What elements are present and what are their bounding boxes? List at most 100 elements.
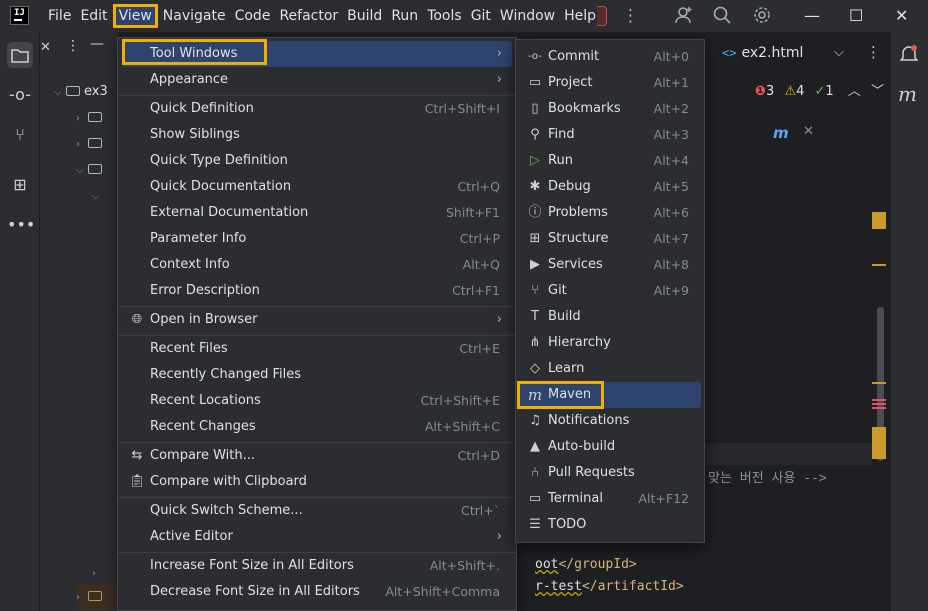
- structure-icon[interactable]: ⊞: [7, 172, 33, 198]
- menu-refactor[interactable]: Refactor: [275, 4, 342, 28]
- menu-code[interactable]: Code: [231, 4, 275, 28]
- editor-tab-ex2-html[interactable]: <> ex2.html: [722, 45, 803, 61]
- gutter-error-marker[interactable]: [872, 407, 886, 409]
- chevron-right-icon: ›: [76, 139, 80, 150]
- gutter-warning-marker[interactable]: [872, 212, 886, 229]
- notifications-bell-icon[interactable]: [899, 44, 919, 68]
- menu-window[interactable]: Window: [496, 4, 559, 28]
- run-widget-edge[interactable]: [597, 6, 607, 26]
- menu-quick-switch-scheme[interactable]: Quick Switch Scheme... Ctrl+`: [122, 498, 512, 524]
- tool-window-item-todo[interactable]: ☰ TODO: [520, 512, 701, 538]
- chevron-up-icon[interactable]: ︿: [848, 84, 861, 99]
- tool-window-item-project[interactable]: ▭ Project Alt+1: [520, 70, 701, 96]
- menu-compare-with[interactable]: ⇆ Compare With... Ctrl+D: [122, 443, 512, 469]
- menu-decrease-font-size[interactable]: Decrease Font Size in All Editors Alt+Sh…: [122, 579, 512, 605]
- hammer-icon: T: [531, 309, 539, 324]
- pull-request-icon[interactable]: ⑂: [7, 122, 33, 148]
- project-folder-icon[interactable]: [7, 42, 33, 68]
- tool-window-item-git[interactable]: ⑂ Git Alt+9: [520, 278, 701, 304]
- tool-window-item-commit[interactable]: -o- Commit Alt+0: [520, 44, 701, 70]
- menu-external-documentation[interactable]: External Documentation Shift+F1: [122, 200, 512, 226]
- tool-window-item-find[interactable]: ⚲ Find Alt+3: [520, 122, 701, 148]
- terminal-icon: ▭: [528, 491, 542, 506]
- tabs-dropdown-icon[interactable]: ⌵: [834, 45, 844, 60]
- menu-error-description[interactable]: Error Description Ctrl+F1: [122, 278, 512, 304]
- tool-window-item-build[interactable]: T Build: [520, 304, 701, 330]
- menu-quick-definition[interactable]: Quick Definition Ctrl+Shift+I: [122, 96, 512, 122]
- chevron-down-icon[interactable]: ﹀: [871, 84, 884, 99]
- options-icon[interactable]: ⋮: [66, 38, 80, 54]
- tool-window-item-debug[interactable]: ✱ Debug Alt+5: [520, 174, 701, 200]
- more-tools-icon[interactable]: •••: [7, 212, 35, 238]
- settings-gear-icon[interactable]: [752, 5, 772, 31]
- menu-show-siblings[interactable]: Show Siblings: [122, 122, 512, 148]
- menu-recent-changes[interactable]: Recent Changes Alt+Shift+C: [122, 414, 512, 440]
- html-file-icon: <>: [722, 46, 737, 60]
- close-window-icon[interactable]: ✕: [895, 5, 908, 27]
- menu-recent-files[interactable]: Recent Files Ctrl+E: [122, 336, 512, 362]
- gutter-error-marker[interactable]: [872, 399, 886, 401]
- gutter-warning-marker[interactable]: [872, 427, 886, 459]
- menu-quick-documentation[interactable]: Quick Documentation Ctrl+Q: [122, 174, 512, 200]
- menu-file[interactable]: File: [44, 4, 75, 28]
- menu-tool-windows[interactable]: Tool Windows ›: [122, 41, 512, 67]
- title-bar: IJ File Edit View Navigate Code Refactor…: [0, 0, 928, 32]
- maven-reload-icon[interactable]: m: [773, 124, 793, 142]
- menu-tools[interactable]: Tools: [423, 4, 466, 28]
- more-options-icon[interactable]: ⋮: [622, 5, 639, 27]
- tool-window-item-hierarchy[interactable]: ⋔ Hierarchy: [520, 330, 701, 356]
- inspection-status[interactable]: ❶3 ⚠4 ✓1 ︿ ﹀: [755, 80, 884, 99]
- minimize-icon[interactable]: —: [804, 5, 820, 27]
- git-branch-icon: ⑂: [531, 283, 539, 298]
- menu-build[interactable]: Build: [343, 4, 386, 28]
- menu-open-in-browser[interactable]: 🌐︎ Open in Browser ›: [122, 307, 512, 333]
- chevron-right-icon: ›: [496, 46, 502, 61]
- hide-panel-icon[interactable]: —: [90, 36, 104, 52]
- menu-parameter-info[interactable]: Parameter Info Ctrl+P: [122, 226, 512, 252]
- tool-window-item-run[interactable]: ▷ Run Alt+4: [520, 148, 701, 174]
- gutter-error-marker[interactable]: [872, 403, 886, 405]
- search-icon[interactable]: [712, 5, 732, 31]
- menu-active-editor[interactable]: Active Editor ›: [122, 524, 512, 550]
- tool-window-item-terminal[interactable]: ▭ Terminal Alt+F12: [520, 486, 701, 512]
- close-icon[interactable]: ✕: [803, 124, 814, 139]
- hierarchy-icon: ⋔: [529, 335, 541, 350]
- tool-window-item-problems[interactable]: ⓘ Problems Alt+6: [520, 200, 701, 226]
- tool-window-item-services[interactable]: ▶ Services Alt+8: [520, 252, 701, 278]
- learn-icon: ◇: [530, 361, 540, 376]
- tool-window-item-pull-requests[interactable]: ⑃ Pull Requests: [520, 460, 701, 486]
- collapse-all-icon[interactable]: ✕: [40, 40, 51, 55]
- menu-help[interactable]: Help: [560, 4, 600, 28]
- tool-window-item-bookmarks[interactable]: ▯ Bookmarks Alt+2: [520, 96, 701, 122]
- menu-compare-with-clipboard[interactable]: 📋︎ Compare with Clipboard: [122, 469, 512, 495]
- tool-window-item-auto-build[interactable]: ▲ Auto-build: [520, 434, 701, 460]
- menu-appearance[interactable]: Appearance ›: [122, 67, 512, 93]
- maximize-icon[interactable]: ☐: [849, 5, 863, 27]
- tool-window-item-structure[interactable]: ⊞ Structure Alt+7: [520, 226, 701, 252]
- gutter-marker[interactable]: [872, 382, 886, 384]
- menu-increase-font-size[interactable]: Increase Font Size in All Editors Alt+Sh…: [122, 553, 512, 579]
- add-user-icon[interactable]: [674, 5, 694, 31]
- tool-window-item-notifications[interactable]: ♫ Notifications: [520, 408, 701, 434]
- search-icon: ⚲: [530, 127, 540, 142]
- menu-recently-changed-files[interactable]: Recently Changed Files: [122, 362, 512, 388]
- clipboard-icon: 📋︎: [128, 474, 146, 489]
- tool-window-item-learn[interactable]: ◇ Learn: [520, 356, 701, 382]
- commit-icon[interactable]: -o-: [7, 82, 33, 108]
- maven-icon[interactable]: m: [898, 82, 917, 106]
- menu-context-info[interactable]: Context Info Alt+Q: [122, 252, 512, 278]
- menu-recent-locations[interactable]: Recent Locations Ctrl+Shift+E: [122, 388, 512, 414]
- menu-quick-type-definition[interactable]: Quick Type Definition: [122, 148, 512, 174]
- todo-icon: ☰: [529, 517, 541, 532]
- menu-run[interactable]: Run: [387, 4, 422, 28]
- menu-git[interactable]: Git: [467, 4, 495, 28]
- intellij-logo-icon[interactable]: IJ: [10, 6, 29, 25]
- right-tool-strip: m: [890, 32, 928, 611]
- menu-view[interactable]: View: [112, 4, 158, 28]
- maven-icon: m: [527, 386, 543, 404]
- editor-options-icon[interactable]: ⋮: [866, 43, 881, 61]
- menu-edit[interactable]: Edit: [76, 4, 111, 28]
- gutter-marker[interactable]: [872, 264, 886, 266]
- menu-navigate[interactable]: Navigate: [159, 4, 230, 28]
- tool-window-item-maven[interactable]: m Maven: [520, 382, 701, 408]
